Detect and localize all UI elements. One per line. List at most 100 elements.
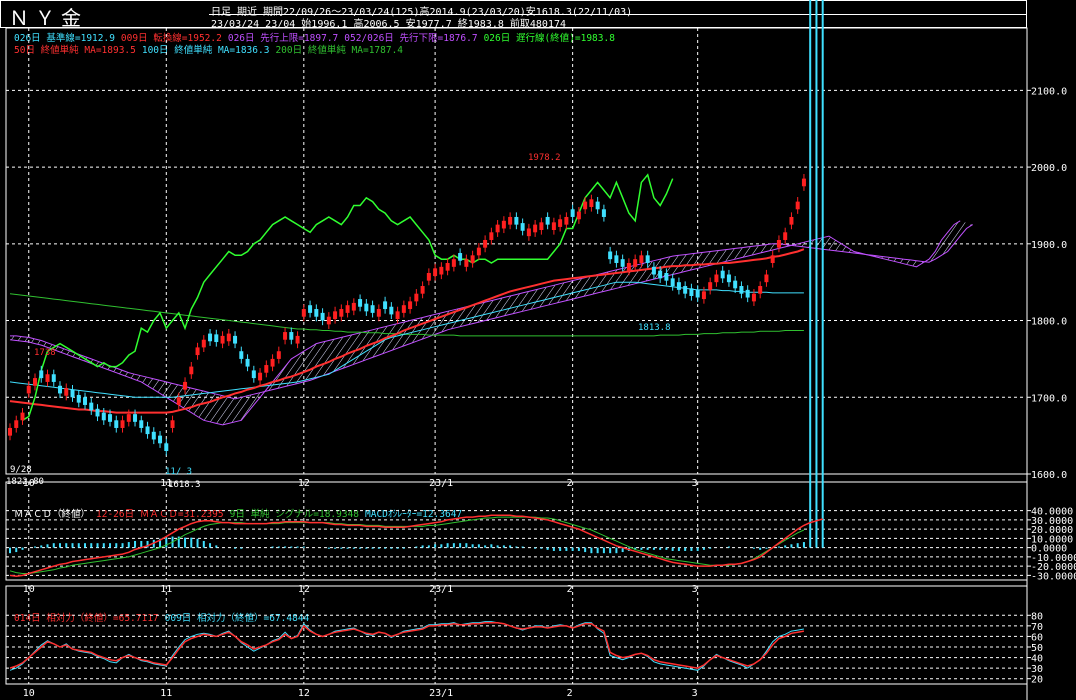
candle-body [370,305,375,313]
start-value-label: 1822.80 [6,477,44,487]
price-y-tick-label: 2000.0 [1031,163,1067,174]
candle-body [651,266,656,275]
candle-body [564,216,569,225]
macd-x-tick-label: 3 [692,584,698,595]
candle-body [445,263,450,271]
price-x-tick-label: 3 [692,478,698,489]
rsi-x-tick-label: 12 [298,688,310,699]
candle-body [151,431,156,440]
rsi-y-tick-label: 80 [1031,611,1043,622]
candle-body [533,224,538,233]
candle-body [364,303,369,312]
candle-body [339,309,344,317]
candle-body [795,201,800,210]
candle-body [664,272,669,281]
candle-body [558,219,563,227]
candle-body [495,224,500,233]
ichimoku-cloud [10,220,973,425]
low-value-label: 1618.3 [168,480,201,490]
candle-body [701,291,706,300]
candle-body [670,278,675,287]
candle-body [783,232,788,240]
candle-body [614,255,619,263]
price-x-tick-label: 2 [567,478,573,489]
candle-body [251,370,256,379]
peak-value-label: 1978.2 [528,153,561,163]
candle-body [176,397,181,405]
rsi-y-tick-label: 50 [1031,643,1043,654]
low-date-label: 11/ 3 [165,467,192,477]
candle-body [739,286,744,294]
rsi-x-tick-label: 10 [23,688,35,699]
candle-body [658,270,663,279]
candle-body [708,282,713,290]
rsi9-line [9,621,804,671]
candle-body [170,420,175,428]
macd-line [9,514,823,578]
candle-body [458,253,463,261]
rsi-panel-frame [5,585,1028,685]
candle-body [39,370,44,379]
chart-canvas: 1600.01700.01800.01900.02000.02100.040.0… [5,0,1076,700]
candle-body [183,381,188,390]
price-y-tick-label: 1700.0 [1031,393,1067,404]
candle-body [689,288,694,296]
price-y-tick-label: 1600.0 [1031,470,1067,481]
candle-body [383,301,388,310]
candle-body [164,443,169,451]
candle-body [464,259,469,267]
candle-body [220,335,225,344]
candle-body [508,216,513,225]
candle-body [601,209,606,217]
candle-body [401,305,406,313]
candle-body [733,280,738,289]
candle-body [714,274,719,283]
rsi-y-tick-label: 40 [1031,654,1043,665]
candle-body [314,309,319,317]
candle-body [414,293,419,302]
candle-body [26,385,31,394]
macd-y-tick-label: -30.0000 [1031,571,1076,582]
candle-body [676,282,681,290]
start-date-label: 9/28 [10,465,32,475]
candle-body [470,255,475,263]
rsi-x-tick-label: 2 [567,688,573,699]
candle-body [95,408,100,417]
candle-body [758,286,763,294]
candle-body [101,412,106,421]
candle-body [526,228,531,237]
candle-body [289,332,294,340]
candle-body [589,199,594,207]
price-y-tick-label: 1800.0 [1031,317,1067,328]
candle-body [214,334,219,343]
candle-body [545,216,550,225]
candle-body [114,420,119,428]
candle-body [58,385,63,394]
candle-body [633,259,638,267]
candle-body [420,286,425,294]
price-y-tick-label: 2100.0 [1031,86,1067,97]
candle-body [20,412,25,421]
price-y-tick-label: 1900.0 [1031,240,1067,251]
candle-body [483,239,488,248]
candle-body [308,305,313,313]
candle-body [695,289,700,298]
macd-panel-frame [5,481,1028,581]
candle-body [539,222,544,231]
candle-body [295,335,300,344]
candle-body [726,274,731,283]
rsi-y-tick-label: 20 [1031,675,1043,686]
candle-body [551,222,556,231]
candle-body [301,309,306,317]
candle-body [120,420,125,428]
candle-body [195,347,200,356]
candle-body [345,305,350,313]
candle-body [501,220,506,229]
candle-body [245,358,250,367]
candle-body [776,239,781,248]
candle-body [320,312,325,321]
candle-body [83,397,88,405]
candle-body [451,259,456,267]
candle-body [276,351,281,359]
candle-body [570,209,575,217]
